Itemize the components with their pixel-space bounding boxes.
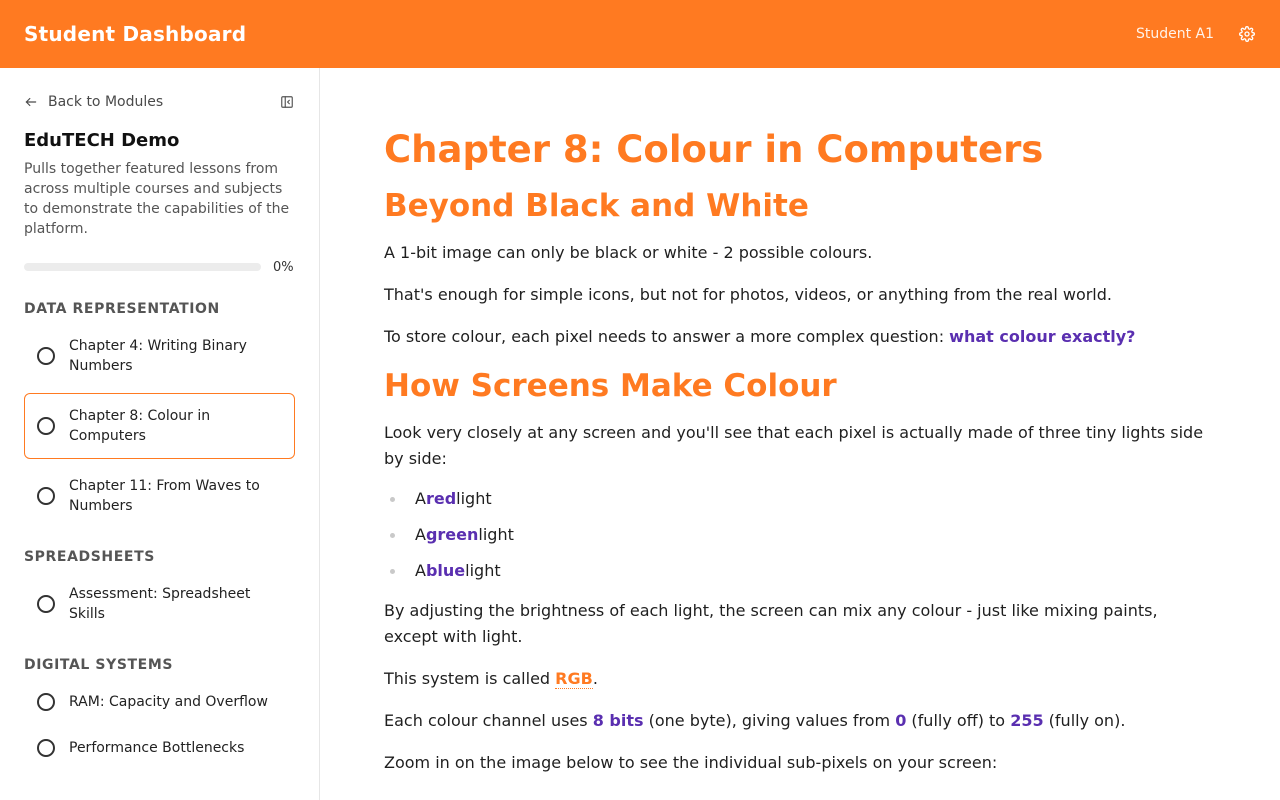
- text: A: [415, 489, 426, 508]
- lesson-status-circle-icon: [37, 487, 55, 505]
- lesson-content: Chapter 8: Colour in Computers Beyond Bl…: [320, 68, 1280, 800]
- text: (one byte), giving values from: [643, 711, 896, 730]
- back-to-modules-link[interactable]: Back to Modules: [24, 94, 163, 110]
- bullet-icon: [390, 568, 395, 574]
- highlight-term: red: [425, 489, 457, 508]
- text: light: [465, 561, 501, 580]
- lesson-item[interactable]: Performance Bottlenecks: [24, 729, 295, 767]
- back-to-modules-label: Back to Modules: [48, 94, 164, 110]
- lesson-status-circle-icon: [37, 595, 55, 613]
- paragraph: This system is called RGB.: [384, 666, 1216, 692]
- lesson-item[interactable]: Chapter 11: From Waves to Numbers: [24, 467, 295, 525]
- text: A: [415, 561, 426, 580]
- progress-track: [24, 263, 261, 271]
- course-progress: 0%: [24, 257, 295, 277]
- lesson-item-active[interactable]: Chapter 8: Colour in Computers: [24, 393, 295, 459]
- glossary-term-rgb[interactable]: RGB: [555, 669, 593, 689]
- paragraph: A 1-bit image can only be black or white…: [384, 243, 873, 262]
- bullet-icon: [390, 532, 395, 538]
- section-title-beyond-black-white: Beyond Black and White: [384, 188, 809, 224]
- lesson-item[interactable]: Chapter 4: Writing Binary Numbers: [24, 327, 295, 385]
- text: .: [592, 669, 598, 688]
- text: (fully on).: [1043, 711, 1126, 730]
- bullet-icon: [390, 496, 395, 502]
- text: To store colour, each pixel needs to ans…: [384, 327, 950, 346]
- list-item: A blue light: [384, 558, 1216, 584]
- list-item: A red light: [384, 486, 1216, 512]
- lesson-label: Chapter 8: Colour in Computers: [69, 408, 211, 444]
- sidebar: Back to Modules EduTECH Demo Pulls toget…: [0, 68, 320, 800]
- gear-icon[interactable]: [1238, 25, 1256, 43]
- lesson-status-circle-icon: [37, 693, 55, 711]
- text: (fully off) to: [906, 711, 1011, 730]
- list-item: A green light: [384, 522, 1216, 548]
- lesson-label: Assessment: Spreadsheet Skills: [69, 586, 251, 622]
- paragraph: Zoom in on the image below to see the in…: [384, 753, 998, 772]
- user-name[interactable]: Student A1: [1136, 26, 1214, 42]
- lesson-item[interactable]: Assessment: Spreadsheet Skills: [24, 575, 295, 633]
- text: This system is called: [384, 669, 556, 688]
- back-row: Back to Modules: [24, 90, 295, 114]
- text: light: [478, 525, 514, 544]
- paragraph: That's enough for simple icons, but not …: [384, 285, 1112, 304]
- lesson-status-circle-icon: [37, 739, 55, 757]
- topbar-right: Student A1: [1136, 25, 1256, 43]
- app-title: Student Dashboard: [24, 22, 247, 46]
- paragraph: Each colour channel uses 8 bits (one byt…: [384, 708, 1216, 734]
- text: Each colour channel uses: [384, 711, 593, 730]
- paragraph: To store colour, each pixel needs to ans…: [384, 324, 1216, 350]
- highlight-term: 255: [1010, 711, 1044, 730]
- lesson-label: Chapter 11: From Waves to Numbers: [69, 478, 260, 514]
- collapse-sidebar-icon[interactable]: [279, 94, 295, 110]
- course-title: EduTECH Demo: [24, 130, 180, 151]
- lesson-status-circle-icon: [37, 347, 55, 365]
- lesson-label: RAM: Capacity and Overflow: [69, 694, 268, 710]
- section-heading-data-representation: DATA REPRESENTATION: [24, 301, 220, 317]
- top-bar: Student Dashboard Student A1: [0, 0, 1280, 68]
- highlight-term: 8 bits: [592, 711, 644, 730]
- course-description: Pulls together featured lessons from acr…: [24, 161, 290, 237]
- chapter-title: Chapter 8: Colour in Computers: [384, 128, 1044, 171]
- highlight-term: 0: [895, 711, 907, 730]
- highlight-term: what colour exactly?: [949, 327, 1136, 346]
- section-heading-spreadsheets: SPREADSHEETS: [24, 549, 155, 565]
- arrow-left-icon: [25, 97, 37, 107]
- section-title-how-screens-make-colour: How Screens Make Colour: [384, 368, 837, 404]
- section-heading-digital-systems: DIGITAL SYSTEMS: [24, 657, 174, 673]
- highlight-term: green: [425, 525, 479, 544]
- highlight-term: blue: [425, 561, 466, 580]
- lesson-label: Performance Bottlenecks: [69, 740, 245, 756]
- light-list: A red light A green light A blue light: [384, 486, 1216, 584]
- paragraph: Look very closely at any screen and you'…: [384, 423, 1204, 468]
- paragraph: By adjusting the brightness of each ligh…: [384, 601, 1158, 646]
- lesson-status-circle-icon: [37, 417, 55, 435]
- lesson-item[interactable]: RAM: Capacity and Overflow: [24, 683, 295, 721]
- text: light: [456, 489, 492, 508]
- text: A: [415, 525, 426, 544]
- progress-label: 0%: [273, 259, 294, 275]
- lesson-label: Chapter 4: Writing Binary Numbers: [69, 338, 247, 374]
